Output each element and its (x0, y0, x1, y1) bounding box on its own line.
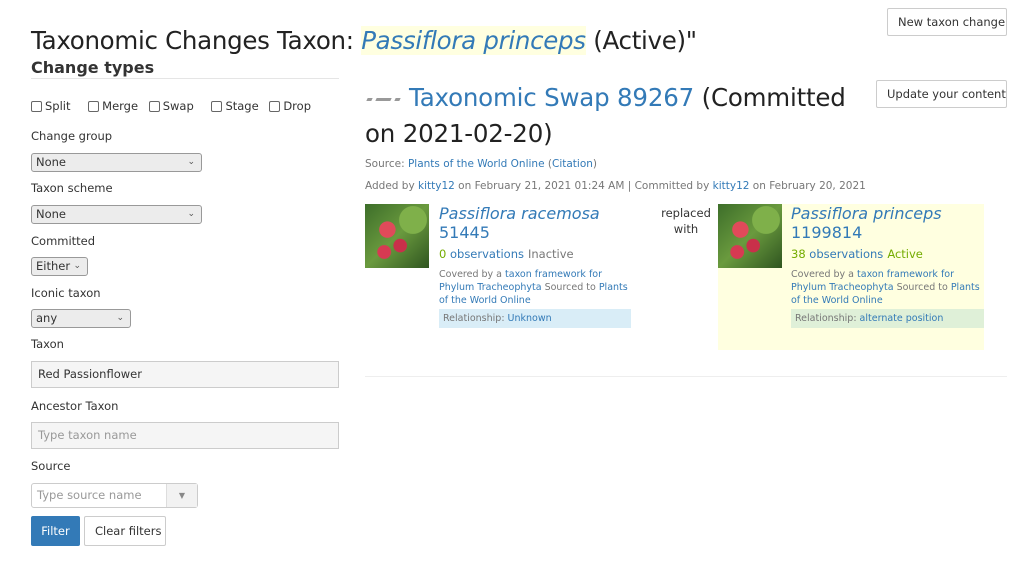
added-on-text: on February 21, 2021 01:24 AM | Committe… (454, 180, 713, 192)
committed-label: Committed (31, 234, 96, 248)
source-input[interactable]: Type source name ▼ (31, 483, 198, 508)
change-types-heading: Change types (31, 58, 339, 79)
taxon-photo[interactable] (718, 204, 782, 268)
clear-filters-button[interactable]: Clear filters (84, 516, 166, 546)
source-prefix: Source: (365, 158, 408, 170)
taxon-name: Passiflora princeps (791, 204, 942, 223)
checkbox-swap[interactable]: Swap (148, 99, 194, 113)
change-source-line: Source: Plants of the World Online (Cita… (365, 158, 597, 170)
checkbox-label: Split (45, 99, 71, 113)
added-by-prefix: Added by (365, 180, 419, 192)
covered-prefix: Covered by a (791, 269, 858, 280)
input-taxon-observations: 0 observations Inactive (439, 247, 631, 261)
output-taxon-observations: 38 observations Active (791, 247, 984, 261)
swap-icon (365, 93, 405, 105)
checkbox-box[interactable] (148, 100, 160, 112)
relationship-link[interactable]: alternate position (860, 313, 944, 324)
update-your-content-button[interactable]: Update your content (876, 80, 1007, 108)
taxon-status-badge: Active (887, 247, 923, 261)
change-added-line: Added by kitty12 on February 21, 2021 01… (365, 180, 866, 192)
chevron-down-icon: ⌄ (187, 209, 195, 219)
ancestor-taxon-label: Ancestor Taxon (31, 399, 119, 413)
input-taxon-link[interactable]: Passiflora racemosa 51445 (439, 204, 600, 242)
chevron-down-icon: ⌄ (116, 313, 124, 323)
change-title-link[interactable]: Taxonomic Swap 89267 (409, 83, 694, 112)
input-taxon-framework: Covered by a taxon framework for Phylum … (439, 268, 631, 307)
taxon-id: 1199814 (791, 223, 863, 242)
output-taxon-relationship: Relationship: alternate position (791, 309, 984, 328)
checkbox-box[interactable] (211, 100, 223, 112)
committed-select[interactable]: Either ⌄ (31, 257, 88, 276)
source-link[interactable]: Plants of the World Online (408, 158, 545, 170)
ancestor-taxon-input[interactable]: Type taxon name (31, 422, 339, 449)
page-title-taxon-link[interactable]: Passiflora princeps (361, 26, 586, 55)
change-group-select[interactable]: None ⌄ (31, 153, 202, 172)
input-taxon-body: Passiflora racemosa 51445 0 observations… (439, 204, 631, 328)
divider (365, 376, 1007, 377)
checkbox-merge[interactable]: Merge (88, 99, 138, 113)
replaced-with-label: replaced with (661, 206, 711, 236)
source-placeholder: Type source name (37, 488, 142, 502)
chevron-down-icon: ⌄ (73, 261, 81, 271)
citation-paren: ) (592, 158, 598, 170)
page-title-prefix: Taxonomic Changes Taxon: (31, 26, 362, 55)
checkbox-stage[interactable]: Stage (211, 99, 259, 113)
chevron-down-icon: ⌄ (187, 157, 195, 167)
taxon-name: Passiflora racemosa (439, 204, 600, 223)
added-by-user-link[interactable]: kitty12 (418, 180, 455, 192)
change-group-label: Change group (31, 129, 113, 143)
committed-on-text: on February 20, 2021 (749, 180, 866, 192)
output-taxon-body: Passiflora princeps 1199814 38 observatio… (791, 204, 984, 328)
filter-button[interactable]: Filter (31, 516, 80, 546)
output-taxon-link[interactable]: Passiflora princeps 1199814 (791, 204, 984, 242)
obs-count: 0 (439, 247, 447, 261)
select-value: None (36, 207, 67, 221)
checkbox-box[interactable] (269, 100, 281, 112)
obs-count: 38 (791, 247, 806, 261)
iconic-taxon-select[interactable]: any ⌄ (31, 309, 131, 328)
taxon-scheme-label: Taxon scheme (31, 181, 113, 195)
input-taxon-card: Passiflora racemosa 51445 0 observations… (365, 204, 635, 329)
checkbox-label: Drop (283, 99, 311, 113)
covered-prefix: Covered by a (439, 269, 506, 280)
checkbox-label: Swap (162, 99, 194, 113)
taxon-input[interactable]: Red Passionflower (31, 361, 339, 388)
taxon-photo[interactable] (365, 204, 429, 268)
new-taxon-change-button[interactable]: New taxon change (887, 8, 1007, 36)
sourced-to-text: Sourced to (541, 282, 599, 293)
input-taxon-relationship: Relationship: Unknown (439, 309, 631, 328)
committed-by-user-link[interactable]: kitty12 (713, 180, 750, 192)
checkbox-box[interactable] (31, 100, 42, 112)
observations-link[interactable]: observations (450, 247, 524, 261)
relationship-label: Relationship: (443, 313, 508, 324)
observations-link[interactable]: observations (809, 247, 883, 261)
output-taxon-card: Passiflora princeps 1199814 38 observatio… (718, 204, 984, 350)
caret-down-icon[interactable]: ▼ (166, 484, 197, 507)
change-title: Taxonomic Swap 89267 (Committed on 2021-… (365, 80, 870, 152)
page-title: Taxonomic Changes Taxon: Passiflora prin… (31, 26, 697, 55)
checkbox-label: Stage (225, 99, 259, 113)
select-value: any (36, 311, 58, 325)
relationship-label: Relationship: (795, 313, 860, 324)
filter-sidebar: Change types Split Merge Swap Stage Drop… (31, 58, 339, 546)
select-value: Either (36, 259, 71, 273)
sourced-to-text: Sourced to (893, 282, 951, 293)
select-value: None (36, 155, 67, 169)
citation-paren: ( (544, 158, 552, 170)
relationship-link[interactable]: Unknown (508, 313, 552, 324)
taxon-label: Taxon (31, 337, 64, 351)
taxon-status-badge: Inactive (528, 247, 574, 261)
checkbox-box[interactable] (88, 100, 100, 112)
source-label: Source (31, 459, 71, 473)
checkbox-drop[interactable]: Drop (269, 99, 311, 113)
output-taxon-framework: Covered by a taxon framework for Phylum … (791, 268, 984, 307)
page-title-suffix: (Active)" (585, 26, 697, 55)
change-type-checkboxes: Split Merge Swap Stage Drop (31, 99, 318, 115)
taxon-id: 51445 (439, 223, 490, 242)
checkbox-split[interactable]: Split (31, 99, 71, 113)
checkbox-label: Merge (102, 99, 139, 113)
citation-link[interactable]: Citation (552, 158, 593, 170)
iconic-taxon-label: Iconic taxon (31, 286, 101, 300)
taxon-scheme-select[interactable]: None ⌄ (31, 205, 202, 224)
